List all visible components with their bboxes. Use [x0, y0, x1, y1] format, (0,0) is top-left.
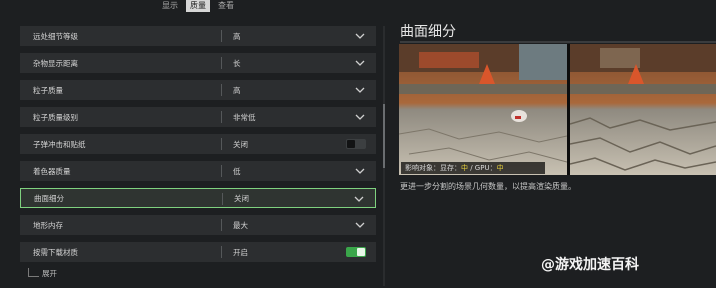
tab-view[interactable]: 查看 [214, 0, 238, 12]
impact-vram-value: 中 [461, 164, 468, 172]
scrollbar-thumb[interactable] [383, 104, 385, 168]
tab-quality[interactable]: 质量 [186, 0, 210, 12]
watermark: @游戏加速百科 [541, 257, 639, 273]
setting-row-clutter-distance[interactable]: 杂物显示距离 长 [20, 53, 376, 73]
setting-label: 杂物显示距离 [33, 58, 78, 68]
impact-gpu-value: 中 [496, 164, 504, 172]
divider [221, 138, 222, 150]
preview-image-off [399, 44, 567, 175]
impact-prefix: 影响对象：显存： [405, 164, 461, 172]
chevron-down-icon[interactable] [354, 111, 366, 123]
setting-value: 长 [233, 58, 241, 68]
divider [221, 30, 222, 42]
top-tabs: 显示 质量 查看 [158, 0, 238, 12]
divider [221, 165, 222, 177]
setting-row-on-demand-textures[interactable]: 按需下载材质 开启 [20, 242, 376, 262]
setting-row-terrain-memory[interactable]: 地形内存 最大 [20, 215, 376, 235]
preview-divider [400, 41, 716, 43]
preview-image-on [570, 44, 716, 175]
setting-row-particle-quality[interactable]: 粒子质量 高 [20, 80, 376, 100]
setting-label: 子弹冲击和贴纸 [33, 139, 86, 149]
setting-value: 开启 [233, 247, 248, 257]
chevron-down-icon[interactable] [354, 219, 366, 231]
toggle-switch[interactable] [346, 247, 366, 257]
chevron-down-icon[interactable] [354, 165, 366, 177]
setting-label: 按需下载材质 [33, 247, 78, 257]
divider [221, 57, 222, 69]
tab-display[interactable]: 显示 [158, 0, 182, 12]
preview-image [399, 44, 716, 175]
toggle-knob [347, 140, 355, 148]
setting-label: 远处细节等级 [33, 31, 78, 41]
setting-label: 粒子质量级别 [33, 112, 78, 122]
preview-title: 曲面细分 [400, 24, 456, 40]
chevron-down-icon[interactable] [354, 57, 366, 69]
setting-row-far-detail[interactable]: 远处细节等级 高 [20, 26, 376, 46]
toggle-switch[interactable] [346, 139, 366, 149]
expand-link[interactable]: 展开 [42, 268, 57, 279]
setting-value: 关闭 [234, 193, 249, 203]
divider [221, 84, 222, 96]
divider [222, 193, 223, 205]
setting-value: 非常低 [233, 112, 256, 122]
impact-mid: / GPU： [468, 164, 497, 172]
setting-row-tessellation[interactable]: 曲面细分 关闭 [20, 188, 376, 208]
tree-connector [28, 268, 39, 277]
chevron-down-icon[interactable] [354, 84, 366, 96]
divider [221, 246, 222, 258]
setting-label: 着色器质量 [33, 166, 71, 176]
setting-row-particle-level[interactable]: 粒子质量级别 非常低 [20, 107, 376, 127]
setting-value: 高 [233, 85, 241, 95]
setting-value: 高 [233, 31, 241, 41]
toggle-knob [357, 248, 365, 256]
setting-label: 曲面细分 [34, 193, 64, 203]
setting-row-bullet-impacts[interactable]: 子弹冲击和贴纸 关闭 [20, 134, 376, 154]
setting-value: 最大 [233, 220, 248, 230]
setting-value: 低 [233, 166, 241, 176]
divider [221, 219, 222, 231]
setting-label: 地形内存 [33, 220, 63, 230]
preview-description: 更进一步分割的场景几何数量，以提高渲染质量。 [400, 182, 576, 191]
chevron-down-icon[interactable] [353, 193, 365, 205]
chevron-down-icon[interactable] [354, 30, 366, 42]
setting-label: 粒子质量 [33, 85, 63, 95]
setting-value: 关闭 [233, 139, 248, 149]
impact-indicator: 影响对象：显存：中 / GPU：中 [401, 162, 545, 174]
divider [221, 111, 222, 123]
setting-row-shader-quality[interactable]: 着色器质量 低 [20, 161, 376, 181]
